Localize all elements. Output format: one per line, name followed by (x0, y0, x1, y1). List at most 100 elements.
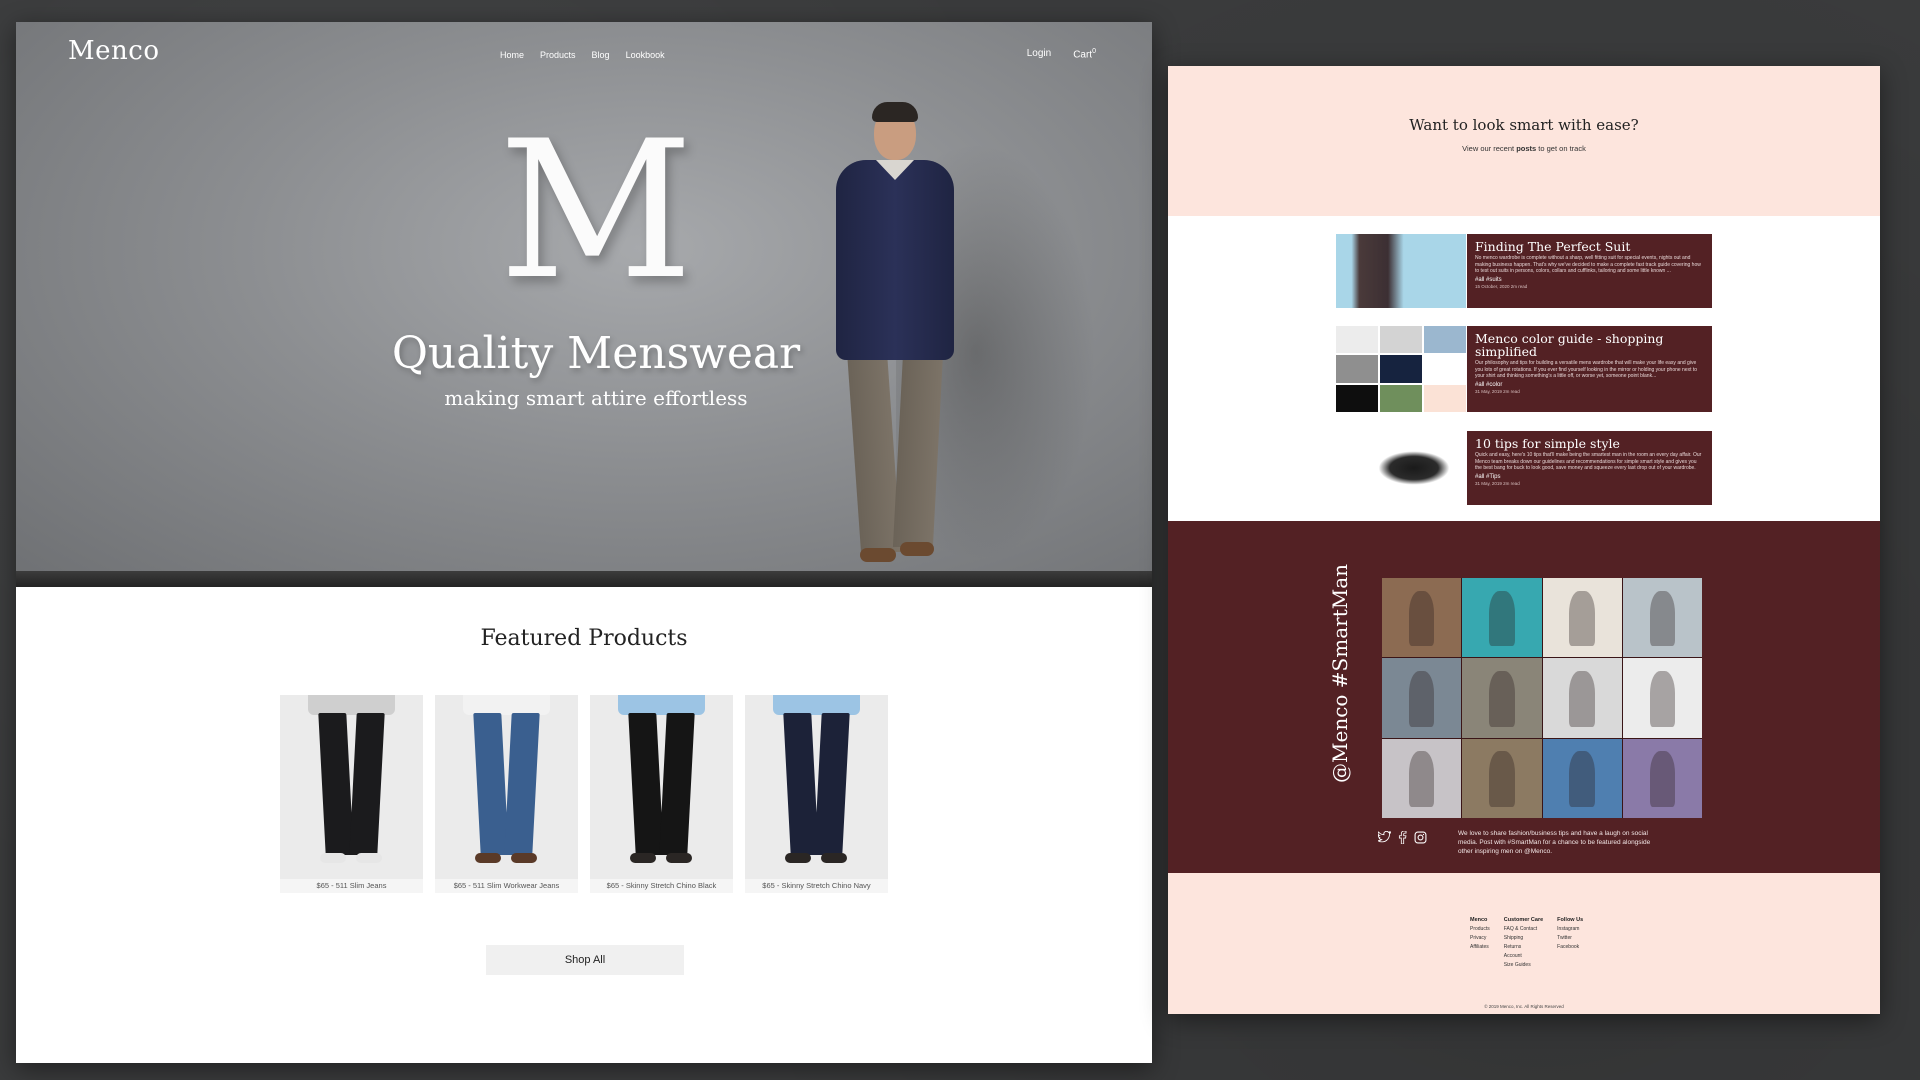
product-caption[interactable]: $65 - 511 Slim Workwear Jeans (435, 879, 578, 893)
product-shirt (773, 695, 860, 715)
product-leg (504, 713, 540, 855)
color-swatch (1336, 326, 1378, 354)
product-caption[interactable]: $65 - Skinny Stretch Chino Navy (745, 879, 888, 893)
instagram-photo[interactable] (1542, 738, 1622, 818)
site-footer: Menco Products Privacy Affiliates Custom… (1168, 873, 1880, 1014)
blog-subheading: View our recent posts to get on track (1168, 144, 1880, 153)
blog-post-card[interactable]: Menco color guide - shopping simplified … (1336, 326, 1712, 412)
post-body: 10 tips for simple style Quick and easy,… (1467, 431, 1712, 505)
product-shirt (463, 695, 550, 715)
product-shoe (630, 853, 656, 863)
login-link[interactable]: Login (1027, 48, 1051, 60)
product-shirt (618, 695, 705, 715)
footer-columns: Menco Products Privacy Affiliates Custom… (1470, 917, 1583, 968)
blog-sub-suffix: to get on track (1536, 144, 1586, 153)
instagram-photo[interactable] (1542, 578, 1622, 658)
blog-intro-section: Want to look smart with ease? View our r… (1168, 66, 1880, 216)
hero-banner: Menco Home Products Blog Lookbook Login … (16, 22, 1152, 587)
color-swatch (1380, 384, 1422, 412)
instagram-photo[interactable] (1382, 738, 1462, 818)
twitter-icon[interactable] (1376, 830, 1392, 848)
nav-products[interactable]: Products (540, 50, 576, 60)
footer-link[interactable]: Returns (1504, 944, 1543, 950)
cart-link[interactable]: Cart0 (1073, 48, 1096, 60)
instagram-photo[interactable] (1382, 578, 1462, 658)
blog-post-card[interactable]: 10 tips for simple style Quick and easy,… (1336, 431, 1712, 505)
footer-column-customer-care: Customer Care FAQ & Contact Shipping Ret… (1504, 917, 1543, 968)
product-card[interactable]: $65 - 511 Slim Workwear Jeans (435, 695, 578, 893)
post-excerpt: Our philosophy and tips for building a v… (1475, 360, 1698, 380)
featured-products-title: Featured Products (480, 626, 688, 651)
blog-page-mockup: Want to look smart with ease? View our r… (1168, 66, 1880, 1014)
instagram-photo[interactable] (1622, 578, 1702, 658)
homepage-mockup: Menco Home Products Blog Lookbook Login … (16, 22, 1152, 1063)
nav-blog[interactable]: Blog (592, 50, 610, 60)
facebook-icon[interactable] (1398, 830, 1407, 848)
model-leg (892, 352, 944, 547)
post-title[interactable]: Menco color guide - shopping simplified (1475, 332, 1704, 358)
product-shirt (308, 695, 395, 715)
social-icons (1376, 830, 1427, 848)
instagram-photo[interactable] (1542, 658, 1622, 738)
post-tags[interactable]: #all #suits (1475, 277, 1704, 283)
instagram-photo[interactable] (1622, 738, 1702, 818)
post-title[interactable]: Finding The Perfect Suit (1475, 240, 1704, 253)
product-shoe (511, 853, 537, 863)
product-shoe (356, 853, 382, 863)
footer-link[interactable]: Affiliates (1470, 944, 1490, 950)
post-tags[interactable]: #all #Tips (1475, 474, 1704, 480)
footer-column-follow-us: Follow Us Instagram Twitter Facebook (1557, 917, 1583, 968)
product-shoe (475, 853, 501, 863)
posts-link[interactable]: posts (1516, 144, 1536, 153)
brand-logo[interactable]: Menco (68, 36, 159, 66)
footer-heading: Customer Care (1503, 917, 1544, 923)
product-card[interactable]: $65 - 511 Slim Jeans (280, 695, 423, 893)
footer-link[interactable]: Size Guides (1504, 962, 1543, 968)
color-swatch (1336, 355, 1378, 383)
footer-link[interactable]: Products (1470, 926, 1490, 932)
footer-link[interactable]: FAQ & Contact (1504, 926, 1543, 932)
main-nav: Home Products Blog Lookbook (500, 50, 665, 60)
product-caption[interactable]: $65 - Skinny Stretch Chino Black (590, 879, 733, 893)
blog-post-card[interactable]: Finding The Perfect Suit No menco wardro… (1336, 234, 1712, 308)
instagram-photo[interactable] (1462, 658, 1542, 738)
nav-lookbook[interactable]: Lookbook (626, 50, 665, 60)
footer-column-menco: Menco Products Privacy Affiliates (1470, 917, 1490, 968)
product-leg (814, 713, 850, 855)
product-grid: $65 - 511 Slim Jeans $65 - 511 Slim Work… (280, 695, 888, 893)
color-swatch (1424, 326, 1466, 354)
product-leg (349, 713, 385, 855)
footer-link[interactable]: Instagram (1557, 926, 1583, 932)
instagram-photo[interactable] (1462, 578, 1542, 658)
hero-floor (16, 571, 1152, 587)
hero-monogram: M (498, 100, 694, 321)
product-card[interactable]: $65 - Skinny Stretch Chino Navy (745, 695, 888, 893)
footer-link[interactable]: Account (1504, 953, 1543, 959)
account-nav: Login Cart0 (1027, 48, 1096, 60)
product-shoe (821, 853, 847, 863)
color-swatch-grid (1336, 326, 1466, 412)
nav-home[interactable]: Home (500, 50, 524, 60)
instagram-icon[interactable] (1414, 831, 1427, 848)
blog-sub-prefix: View our recent (1462, 144, 1517, 153)
shop-all-button[interactable]: Shop All (486, 945, 684, 975)
product-card[interactable]: $65 - Skinny Stretch Chino Black (590, 695, 733, 893)
model-hair (872, 102, 918, 122)
post-thumbnail (1336, 431, 1466, 505)
footer-link[interactable]: Shipping (1504, 935, 1543, 941)
instagram-photo[interactable] (1622, 658, 1702, 738)
product-leg (659, 713, 695, 855)
instagram-photo[interactable] (1382, 658, 1462, 738)
footer-link[interactable]: Twitter (1557, 935, 1583, 941)
footer-link[interactable]: Facebook (1557, 944, 1583, 950)
footer-link[interactable]: Privacy (1470, 935, 1490, 941)
product-caption[interactable]: $65 - 511 Slim Jeans (280, 879, 423, 893)
instagram-photo[interactable] (1462, 738, 1542, 818)
product-shoe (666, 853, 692, 863)
color-swatch (1336, 384, 1378, 412)
color-swatch (1424, 355, 1466, 383)
post-excerpt: No menco wardrobe is complete without a … (1475, 255, 1701, 275)
post-tags[interactable]: #all #color (1475, 382, 1704, 388)
post-title[interactable]: 10 tips for simple style (1475, 437, 1704, 450)
product-leg (473, 713, 509, 855)
